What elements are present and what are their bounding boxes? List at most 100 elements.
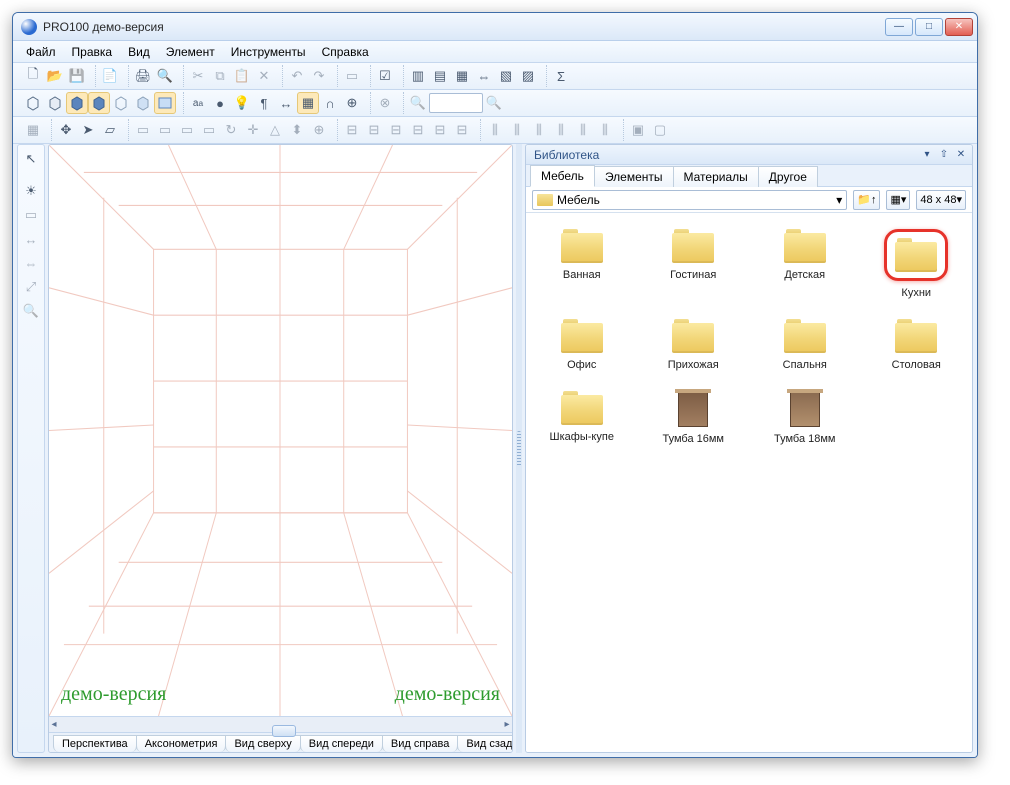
menu-view[interactable]: Вид: [121, 43, 157, 61]
window-icon[interactable]: ▭: [341, 65, 363, 87]
tab-right[interactable]: Вид справа: [382, 735, 459, 752]
tab-elements[interactable]: Элементы: [594, 166, 674, 187]
library-path-field[interactable]: Мебель ▾: [532, 190, 847, 210]
tab-furniture[interactable]: Мебель: [530, 165, 595, 187]
thumb-size-button[interactable]: 48 x 48 ▾: [916, 190, 966, 210]
delete-icon[interactable]: ✕: [253, 65, 275, 87]
snap-5-icon[interactable]: ⊟: [429, 119, 451, 141]
snap-3-icon[interactable]: ⊟: [385, 119, 407, 141]
tool-5-icon[interactable]: ⇔: [20, 252, 42, 274]
dist-5-icon[interactable]: ⫼: [572, 119, 594, 141]
report-3-icon[interactable]: ▦: [451, 65, 473, 87]
folder-living[interactable]: Гостиная: [638, 225, 750, 303]
room-box-icon[interactable]: [154, 92, 176, 114]
outline-icon[interactable]: [110, 92, 132, 114]
tool-6-icon[interactable]: ⤢: [20, 276, 42, 298]
folder-dining[interactable]: Столовая: [861, 315, 973, 375]
flip-icon[interactable]: ⬍: [286, 119, 308, 141]
redo-icon[interactable]: ↷: [308, 65, 330, 87]
textured-icon[interactable]: [88, 92, 110, 114]
target-icon[interactable]: ⊕: [341, 92, 363, 114]
align-1-icon[interactable]: ▭: [132, 119, 154, 141]
check-icon[interactable]: ☑: [374, 65, 396, 87]
save-icon[interactable]: 💾: [66, 65, 88, 87]
cut-icon[interactable]: ✂: [187, 65, 209, 87]
item-cabinet-16[interactable]: Тумба 16мм: [638, 387, 750, 449]
new-icon[interactable]: 🗋: [22, 65, 44, 87]
snap-4-icon[interactable]: ⊟: [407, 119, 429, 141]
dist-3-icon[interactable]: ⫼: [528, 119, 550, 141]
print-preview-icon[interactable]: 🔍: [154, 65, 176, 87]
cursor-tool-icon[interactable]: ↖: [20, 148, 42, 170]
dist-2-icon[interactable]: ⫼: [506, 119, 528, 141]
folder-hallway[interactable]: Прихожая: [638, 315, 750, 375]
light-icon[interactable]: 💡: [231, 92, 253, 114]
magnet-icon[interactable]: ∩: [319, 92, 341, 114]
close-button[interactable]: ✕: [945, 18, 973, 36]
tool-7-icon[interactable]: 🔍: [20, 300, 42, 322]
hidden-line-icon[interactable]: [44, 92, 66, 114]
folder-bathroom[interactable]: Ванная: [526, 225, 638, 303]
splitter[interactable]: [516, 144, 522, 753]
align-4-icon[interactable]: ▭: [198, 119, 220, 141]
folder-bedroom[interactable]: Спальня: [749, 315, 861, 375]
menu-edit[interactable]: Правка: [65, 43, 120, 61]
tool-4-icon[interactable]: ↔: [20, 228, 42, 250]
paste-icon[interactable]: 📋: [231, 65, 253, 87]
properties-icon[interactable]: 📄: [99, 65, 121, 87]
folder-up-icon[interactable]: 📁↑: [853, 190, 880, 210]
copy-icon[interactable]: ⧉: [209, 65, 231, 87]
maximize-button[interactable]: □: [915, 18, 943, 36]
dist-1-icon[interactable]: ⫼: [484, 119, 506, 141]
wireframe-icon[interactable]: [22, 92, 44, 114]
folder-kids[interactable]: Детская: [749, 225, 861, 303]
text-label-icon[interactable]: aa: [187, 92, 209, 114]
rotate-icon[interactable]: ↻: [220, 119, 242, 141]
folder-kitchens[interactable]: Кухни: [861, 225, 973, 303]
panel-menu-icon[interactable]: ▾: [920, 148, 934, 162]
sphere-icon[interactable]: ●: [209, 92, 231, 114]
open-icon[interactable]: 📂: [44, 65, 66, 87]
report-4-icon[interactable]: ⇔: [473, 65, 495, 87]
print-icon[interactable]: 🖨: [132, 65, 154, 87]
move-icon[interactable]: ✥: [55, 119, 77, 141]
snap-1-icon[interactable]: ⊟: [341, 119, 363, 141]
undo-icon[interactable]: ↶: [286, 65, 308, 87]
menu-element[interactable]: Элемент: [159, 43, 222, 61]
transparent-icon[interactable]: [132, 92, 154, 114]
minimize-button[interactable]: —: [885, 18, 913, 36]
measure-tool-icon[interactable]: ☀: [20, 180, 42, 202]
group-icon[interactable]: ▣: [627, 119, 649, 141]
dist-6-icon[interactable]: ⫼: [594, 119, 616, 141]
center-icon[interactable]: ✛: [242, 119, 264, 141]
snap-2-icon[interactable]: ⊟: [363, 119, 385, 141]
crosshair-icon[interactable]: ⊗: [374, 92, 396, 114]
shaded-icon[interactable]: [66, 92, 88, 114]
report-1-icon[interactable]: ▥: [407, 65, 429, 87]
report-5-icon[interactable]: ▧: [495, 65, 517, 87]
item-cabinet-18[interactable]: Тумба 18мм: [749, 387, 861, 449]
path-dropdown-icon[interactable]: ▾: [836, 193, 842, 207]
panel-pin-icon[interactable]: ⇧: [937, 148, 951, 162]
report-6-icon[interactable]: ▨: [517, 65, 539, 87]
titlebar[interactable]: PRO100 демо-версия — □ ✕: [13, 13, 977, 41]
dimension-icon[interactable]: ↔: [275, 92, 297, 114]
viewport-scrollbar[interactable]: ◂ ▸: [49, 716, 512, 732]
mirror-icon[interactable]: △: [264, 119, 286, 141]
menu-file[interactable]: Файл: [19, 43, 63, 61]
tab-axonometry[interactable]: Аксонометрия: [136, 735, 227, 752]
view-mode-icon[interactable]: ▦▾: [886, 190, 910, 210]
panel-close-icon[interactable]: ✕: [954, 148, 968, 162]
lamp-icon[interactable]: ¶: [253, 92, 275, 114]
tab-materials[interactable]: Материалы: [673, 166, 759, 187]
folder-office[interactable]: Офис: [526, 315, 638, 375]
menu-tools[interactable]: Инструменты: [224, 43, 313, 61]
zoom-icon[interactable]: 🔍: [407, 92, 429, 114]
folder-wardrobes[interactable]: Шкафы-купе: [526, 387, 638, 449]
zoom-fit-icon[interactable]: 🔍: [483, 92, 505, 114]
sigma-icon[interactable]: Σ: [550, 65, 572, 87]
zoom-input[interactable]: [429, 93, 483, 113]
snap-6-icon[interactable]: ⊟: [451, 119, 473, 141]
ungroup-icon[interactable]: ▢: [649, 119, 671, 141]
tool-3-icon[interactable]: ▭: [20, 204, 42, 226]
